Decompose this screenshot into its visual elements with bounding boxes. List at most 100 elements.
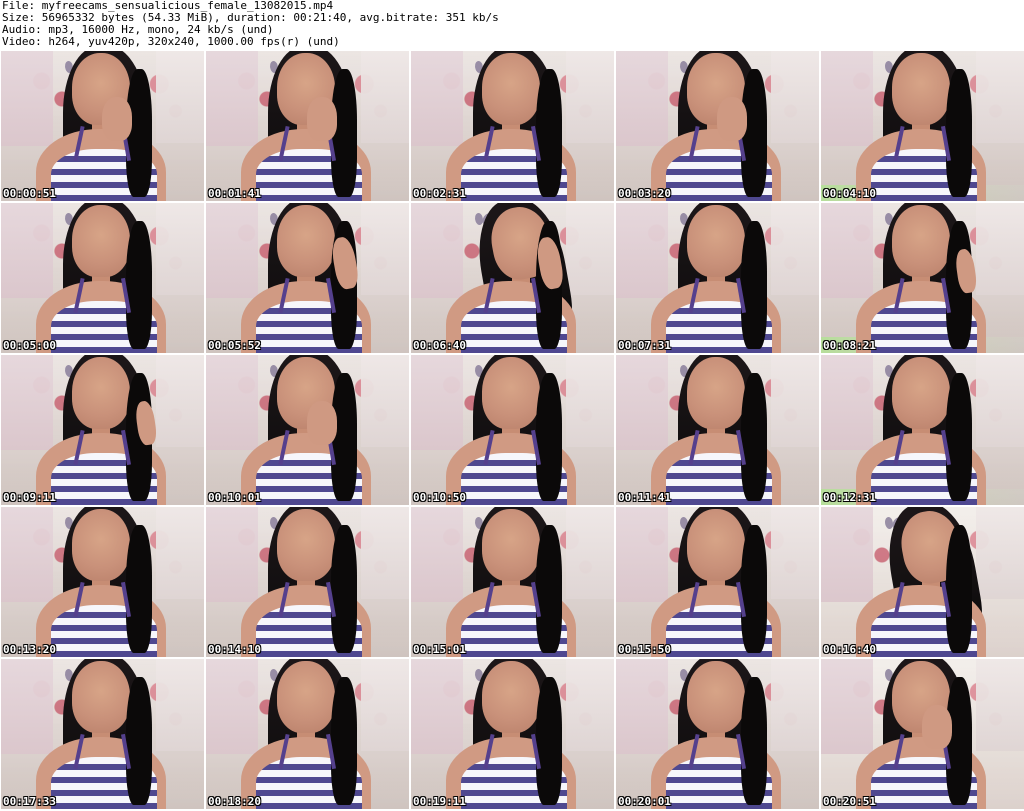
person-head [72,661,130,733]
background-panel [821,203,873,298]
thumbnail-item: 00:17:33 [1,659,204,809]
hair-shape [741,373,767,501]
thumbnail-item: 00:16:40 [821,507,1024,657]
background-panel [1,507,53,602]
hand-shape [307,401,337,445]
person-head [482,509,540,581]
thumbnail-timestamp: 00:19:11 [413,795,466,808]
background-panel [1,203,53,298]
background-panel [361,203,409,295]
person-head [892,53,950,125]
thumbnail-item: 00:18:20 [206,659,409,809]
background-panel [361,51,409,143]
file-info: File: myfreecams_sensualicious_female_13… [2,0,334,12]
background-panel [411,203,463,298]
background-panel [206,659,258,754]
person-head [277,509,335,581]
hair-shape [741,677,767,805]
thumbnail-item: 00:13:20 [1,507,204,657]
thumbnail-item: 00:20:51 [821,659,1024,809]
hand-shape [922,705,952,749]
hair-shape [536,677,562,805]
hair-shape [126,221,152,349]
thumbnail-item: 00:03:20 [616,51,819,201]
hand-shape [717,97,747,141]
thumbnail-timestamp: 00:10:50 [413,491,466,504]
thumbnail-grid: 00:00:51 00:01:41 00:02:31 00:03:20 00:0… [1,51,1024,809]
background-panel [411,355,463,450]
hair-shape [741,525,767,653]
thumbnail-item: 00:19:11 [411,659,614,809]
background-panel [976,659,1024,751]
background-panel [771,51,819,143]
thumbnail-item: 00:15:01 [411,507,614,657]
background-panel [771,659,819,751]
thumbnail-item: 00:04:10 [821,51,1024,201]
hair-shape [946,525,972,653]
person-head [687,357,745,429]
thumbnail-timestamp: 00:07:31 [618,339,671,352]
hair-shape [331,677,357,805]
person-head [277,661,335,733]
person-head [72,509,130,581]
background-panel [821,659,873,754]
background-panel [361,355,409,447]
hair-shape [536,525,562,653]
thumbnail-item: 00:14:10 [206,507,409,657]
audio-info: Audio: mp3, 16000 Hz, mono, 24 kb/s (und… [2,24,274,36]
background-panel [976,355,1024,447]
background-panel [566,507,614,599]
background-panel [411,507,463,602]
background-panel [566,51,614,143]
person-head [892,357,950,429]
thumbnail-item: 00:12:31 [821,355,1024,505]
thumbnail-item: 00:05:52 [206,203,409,353]
thumbnail-timestamp: 00:16:40 [823,643,876,656]
background-panel [616,659,668,754]
thumbnail-item: 00:20:01 [616,659,819,809]
background-panel [771,355,819,447]
thumbnail-timestamp: 00:13:20 [3,643,56,656]
thumbnail-item: 00:11:41 [616,355,819,505]
video-info: Video: h264, yuv420p, 320x240, 1000.00 f… [2,36,340,48]
background-panel [771,507,819,599]
background-panel [206,355,258,450]
background-panel [1,51,53,146]
thumbnail-item: 00:05:00 [1,203,204,353]
thumbnail-timestamp: 00:14:10 [208,643,261,656]
background-panel [771,203,819,295]
thumbnail-timestamp: 00:17:33 [3,795,56,808]
thumbnail-item: 00:10:01 [206,355,409,505]
thumbnail-timestamp: 00:08:21 [823,339,876,352]
background-panel [616,507,668,602]
background-panel [566,659,614,751]
hair-shape [536,69,562,197]
thumbnail-timestamp: 00:15:01 [413,643,466,656]
background-panel [206,203,258,298]
background-panel [156,355,204,447]
background-panel [616,203,668,298]
background-panel [821,507,873,602]
background-panel [976,203,1024,295]
hair-shape [126,677,152,805]
thumbnail-item: 00:10:50 [411,355,614,505]
thumbnail-item: 00:06:40 [411,203,614,353]
hair-shape [741,221,767,349]
background-panel [156,203,204,295]
thumbnail-timestamp: 00:02:31 [413,187,466,200]
thumbnail-timestamp: 00:05:00 [3,339,56,352]
background-panel [361,659,409,751]
background-panel [566,355,614,447]
thumbnail-timestamp: 00:15:50 [618,643,671,656]
hair-shape [946,373,972,501]
thumbnail-timestamp: 00:00:51 [3,187,56,200]
thumbnail-item: 00:02:31 [411,51,614,201]
thumbnail-timestamp: 00:05:52 [208,339,261,352]
thumbnail-timestamp: 00:04:10 [823,187,876,200]
thumbnail-timestamp: 00:20:01 [618,795,671,808]
person-head [687,205,745,277]
background-panel [566,203,614,295]
thumbnail-item: 00:01:41 [206,51,409,201]
thumbnail-timestamp: 00:01:41 [208,187,261,200]
size-info: Size: 56965332 bytes (54.33 MiB), durati… [2,12,499,24]
